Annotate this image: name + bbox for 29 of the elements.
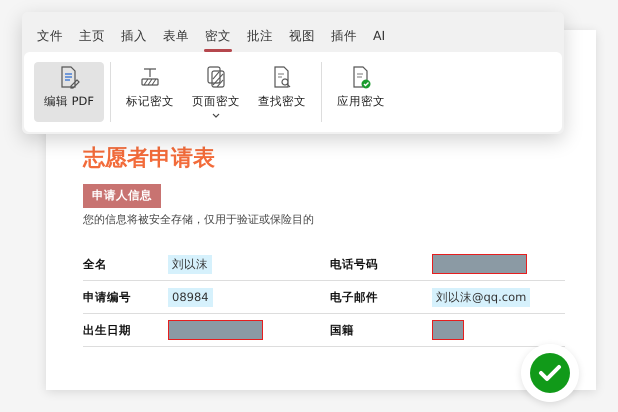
field-label: 电子邮件 — [330, 288, 379, 306]
menu-tab[interactable]: 视图 — [282, 12, 322, 52]
field-value: 刘以沫@qq.com — [432, 288, 530, 307]
menu-tab[interactable]: AI — [366, 12, 392, 52]
field-label: 全名 — [83, 256, 108, 273]
field-value: 08984 — [168, 288, 213, 307]
field-value: 刘以沫 — [168, 254, 212, 274]
menu-tab[interactable]: 插件 — [324, 12, 364, 52]
ribbon-button[interactable]: 查找密文 — [249, 62, 315, 122]
ribbon-button[interactable]: 编辑 PDF — [34, 62, 104, 122]
field-label: 国籍 — [330, 322, 355, 339]
menu-tab[interactable]: 插入 — [114, 12, 154, 52]
menu-tab[interactable]: 密文 — [198, 12, 238, 52]
field-label: 电话号码 — [330, 256, 379, 273]
checkmark-icon — [530, 353, 570, 393]
ribbon-button[interactable]: 标记密文 — [117, 62, 183, 122]
field-label: 申请编号 — [83, 288, 132, 306]
menu-tab[interactable]: 文件 — [30, 12, 70, 52]
section-heading: 申请人信息 — [83, 184, 161, 208]
field-label: 出生日期 — [83, 322, 132, 339]
ribbon-button[interactable]: 页面密文 — [183, 62, 249, 122]
redacted-block — [432, 320, 464, 340]
menu-tab[interactable]: 主页 — [72, 12, 112, 52]
chevron-down-icon — [212, 113, 220, 118]
ribbon-button[interactable]: 应用密文 — [328, 62, 394, 122]
menu-tab[interactable]: 表单 — [156, 12, 196, 52]
menu-tab[interactable]: 批注 — [240, 12, 280, 52]
form-title: 志愿者申请表 — [83, 146, 216, 172]
privacy-note: 您的信息将被安全存储，仅用于验证或保险目的 — [83, 212, 315, 228]
